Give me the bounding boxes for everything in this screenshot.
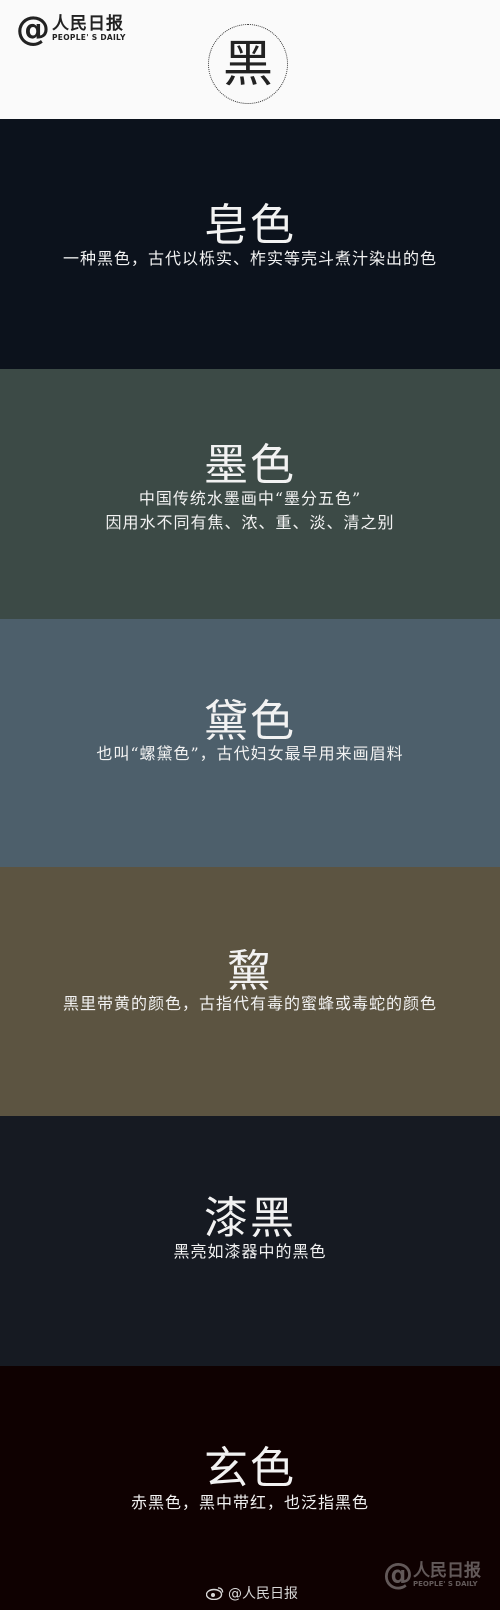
- color-name: 皂色: [204, 200, 296, 251]
- color-name: 墨色: [204, 440, 296, 491]
- page: @ 人民日报 PEOPLE' S DAILY 黑 皂色 一种黑色，古代以栎实、柞…: [0, 0, 500, 1610]
- peoples-daily-logo: @ 人民日报 PEOPLE' S DAILY: [16, 12, 126, 46]
- color-description-line: 黑里带黄的颜色，古指代有毒的蜜蜂或毒蛇的颜色: [62, 994, 437, 1013]
- weibo-credit: @人民日报: [206, 1583, 298, 1603]
- page-title: 黑: [223, 35, 273, 93]
- color-description-line: 一种黑色，古代以栎实、柞实等壳斗煮汁染出的色: [62, 249, 437, 268]
- header: @ 人民日报 PEOPLE' S DAILY 黑: [0, 0, 500, 119]
- color-band-qihei: 漆黑 黑亮如漆器中的黑色: [0, 1116, 500, 1366]
- peoples-daily-watermark: @ 人民日报 PEOPLE' S DAILY: [383, 1557, 481, 1592]
- color-band-daise: 黛色 也叫“螺黛色”，古代妇女最早用来画眉料: [0, 619, 500, 869]
- color-band-li: 黧 黑里带黄的颜色，古指代有毒的蜜蜂或毒蛇的颜色: [0, 867, 500, 1117]
- color-name: 黧: [227, 946, 273, 997]
- color-description-line: 黑亮如漆器中的黑色: [173, 1242, 327, 1261]
- logo-chinese-text: 人民日报: [52, 14, 124, 34]
- logo-english-text: PEOPLE' S DAILY: [52, 33, 126, 42]
- color-name: 漆黑: [204, 1193, 296, 1244]
- color-name: 玄色: [204, 1443, 296, 1494]
- color-band-mose: 墨色 中国传统水墨画中“墨分五色” 因用水不同有焦、浓、重、淡、清之别: [0, 369, 500, 619]
- color-name: 黛色: [204, 696, 296, 747]
- color-description-line: 也叫“螺黛色”，古代妇女最早用来画眉料: [96, 744, 404, 763]
- color-description-line: 赤黑色，黑中带红，也泛指黑色: [130, 1493, 369, 1512]
- title-circle: 黑: [208, 24, 288, 104]
- color-description-line: 因用水不同有焦、浓、重、淡、清之别: [105, 513, 395, 532]
- weibo-handle: @人民日报: [228, 1586, 298, 1602]
- logo-at-sign: @: [16, 9, 50, 49]
- color-band-zaose: 皂色 一种黑色，古代以栎实、柞实等壳斗煮汁染出的色: [0, 119, 500, 369]
- weibo-icon: [206, 1587, 224, 1600]
- color-description-line: 中国传统水墨画中“墨分五色”: [138, 489, 362, 508]
